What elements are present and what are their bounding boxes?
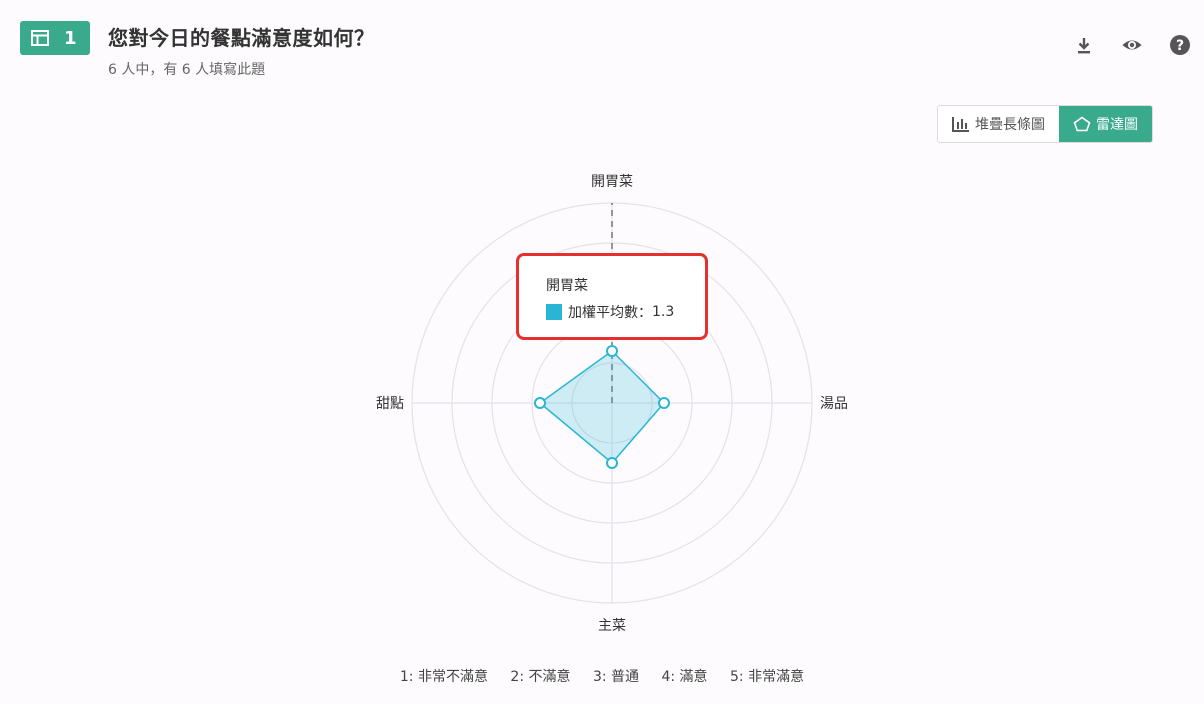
radar-chart: 開胃菜湯品主菜 甜點 [376,174,848,634]
scale-legend: 1: 非常不滿意 2: 不滿意 3: 普通 4: 滿意 5: 非常滿意 [0,666,1204,686]
tooltip-title: 開胃菜 [546,278,588,294]
data-point-2 [658,397,670,409]
axis-label-1: 開胃菜 [591,174,633,190]
legend-item-2: 2: 不滿意 [510,669,571,685]
axis-label-3: 主菜 [598,618,626,634]
tooltip-row: 加權平均數 ： 1.3 [546,302,674,322]
axis-label-2: 湯品 [820,395,848,412]
tooltip-separator: ： [638,305,652,321]
tooltip-value: 1.3 [652,304,675,320]
data-point-3 [606,457,618,469]
tooltip-series: 加權平均數 [568,305,638,321]
chart-tooltip: 開胃菜 加權平均數 ： 1.3 [516,253,708,340]
data-point-1 [606,345,618,357]
axis-label-4: 甜點 [376,396,404,412]
series-area-1 [538,350,666,465]
legend-item-1: 1: 非常不滿意 [399,669,488,685]
legend-item-3: 3: 普通 [592,669,640,685]
data-point-4 [534,397,546,409]
tooltip-swatch [546,304,562,320]
legend-item-5: 5: 非常滿意 [730,669,805,685]
legend-item-4: 4: 滿意 [661,669,708,685]
